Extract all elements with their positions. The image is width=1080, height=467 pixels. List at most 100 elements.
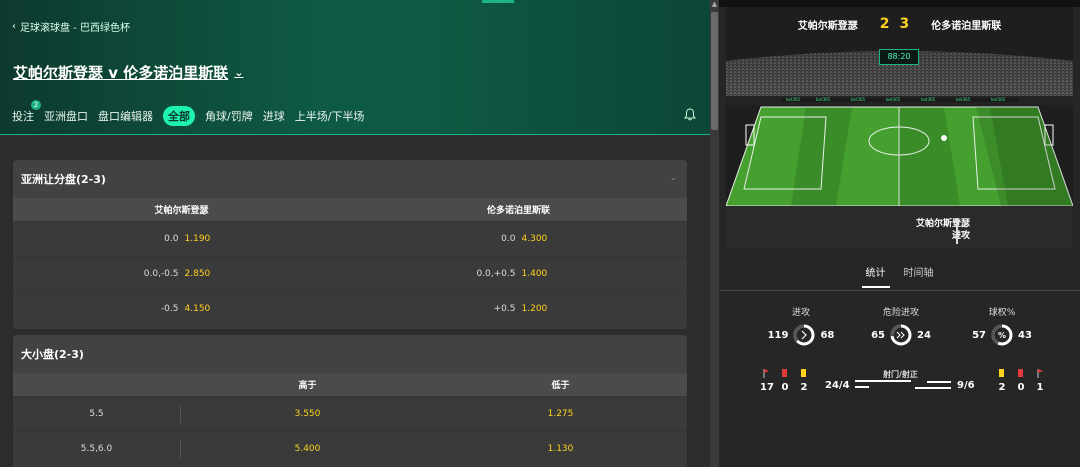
corner-flag-icon	[763, 369, 769, 378]
market-column-headers: 高于 低于	[13, 373, 687, 396]
away-odds-cell[interactable]: +0.5 1.200	[350, 304, 687, 314]
markets-list: 亚洲让分盘(2-3) ⌄ 艾帕尔斯登瑟 伦多诺泊里斯联 0.0 1.190 0.…	[0, 136, 710, 467]
event-team: 艾帕尔斯登瑟	[915, 219, 970, 229]
home-odds-cell[interactable]: 0.0 1.190	[13, 234, 350, 244]
svg-text:bet365: bet365	[886, 97, 901, 102]
odds-row: 5.5,6.0 5.400 1.130	[13, 431, 687, 466]
home-shots: 24/4	[825, 380, 850, 391]
match-title[interactable]: 艾帕尔斯登瑟 v 伦多诺泊里斯联 ⌄	[13, 62, 243, 83]
match-clock: 88:20	[879, 49, 919, 65]
market-tabs: 投注 2 亚洲盘口 盘口编辑器 全部 角球/罚牌 进球 上半场/下半场	[12, 100, 365, 126]
market-title[interactable]: 大小盘(2-3)	[13, 335, 687, 373]
gauge-label: 球权%	[988, 308, 1016, 318]
home-value: 119	[767, 329, 789, 341]
chevron-down-icon[interactable]: ⌄	[234, 66, 243, 79]
tab-corners-cards[interactable]: 角球/罚牌	[205, 108, 253, 124]
odds-value: 1.190	[184, 234, 211, 244]
gauge-label: 危险进攻	[882, 308, 919, 318]
home-odds-cell[interactable]: 0.0,-0.5 2.850	[13, 269, 350, 279]
away-odds-cell[interactable]: 0.0 4.300	[350, 234, 687, 244]
away-odds-cell[interactable]: 0.0,+0.5 1.400	[350, 269, 687, 279]
yellow-card-icon	[999, 369, 1004, 377]
tab-asian-lines[interactable]: 亚洲盘口	[44, 108, 88, 124]
score: 2 3	[880, 16, 910, 32]
svg-text:bet365: bet365	[956, 97, 971, 102]
tab-goals[interactable]: 进球	[263, 108, 285, 124]
asian-handicap-market: 亚洲让分盘(2-3) ⌄ 艾帕尔斯登瑟 伦多诺泊里斯联 0.0 1.190 0.…	[13, 160, 687, 329]
bell-icon[interactable]	[684, 108, 696, 121]
event-label: 艾帕尔斯登瑟 进攻	[916, 218, 970, 242]
top-indicator	[482, 0, 514, 3]
tab-halves[interactable]: 上半场/下半场	[295, 108, 365, 124]
tab-timeline[interactable]: 时间轴	[904, 258, 934, 290]
bets-count-badge: 2	[31, 100, 41, 110]
gauge-label: 进攻	[791, 308, 810, 318]
under-header: 低于	[551, 381, 570, 391]
tab-all[interactable]: 全部	[163, 106, 195, 126]
home-value: 65	[871, 329, 885, 341]
under-odds[interactable]: 1.130	[434, 444, 687, 454]
odds-value: 4.300	[521, 234, 548, 244]
collapse-icon[interactable]: ⌄	[669, 173, 677, 183]
scrollbar-thumb[interactable]	[711, 12, 718, 130]
shots-label: 射门/射正	[883, 370, 918, 379]
odds-value: 2.850	[184, 269, 211, 279]
handicap-line: -0.5	[160, 304, 179, 314]
svg-text:bet365: bet365	[851, 97, 866, 102]
red-card-icon	[782, 369, 787, 377]
under-odds[interactable]: 1.275	[434, 409, 687, 419]
match-header: ‹ 足球滚球盘 - 巴西绿色杯 艾帕尔斯登瑟 v 伦多诺泊里斯联 ⌄ 投注 2 …	[0, 0, 710, 135]
odds-row: 0.0,-0.5 2.850 0.0,+0.5 1.400	[13, 256, 687, 291]
pitch-visualization: bet365 bet365 bet365 bet365 bet365 bet365 bet…	[726, 41, 1073, 249]
odds-value: 4.150	[184, 304, 211, 314]
tab-stats[interactable]: 统计	[861, 258, 890, 290]
svg-text:bet365: bet365	[816, 97, 831, 102]
home-score: 2	[879, 16, 890, 32]
away-team-name: 伦多诺泊里斯联	[931, 20, 1002, 32]
home-team-name: 艾帕尔斯登瑟	[797, 20, 858, 32]
home-ontarget-bar	[855, 386, 869, 388]
over-odds[interactable]: 3.550	[181, 409, 434, 419]
breadcrumb-label[interactable]: 足球滚球盘 - 巴西绿色杯	[20, 19, 130, 34]
home-value: 57	[972, 329, 986, 341]
scrollbar[interactable]: ▲	[710, 0, 719, 467]
goal-line: 5.5,6.0	[13, 440, 181, 458]
away-score: 3	[899, 16, 910, 32]
event-type: 进攻	[951, 231, 970, 241]
away-corners: 1	[1036, 382, 1044, 393]
home-yellow-cards: 2	[800, 382, 808, 393]
red-card-icon	[1018, 369, 1023, 377]
away-ontarget-bar	[915, 387, 951, 389]
handicap-line: 0.0,+0.5	[476, 269, 516, 279]
away-red-cards: 0	[1017, 382, 1025, 393]
markets-panel: ‹ 足球滚球盘 - 巴西绿色杯 艾帕尔斯登瑟 v 伦多诺泊里斯联 ⌄ 投注 2 …	[0, 0, 710, 467]
event-divider	[956, 218, 958, 244]
tab-bets[interactable]: 投注 2	[12, 100, 41, 124]
handicap-line: 0.0	[501, 234, 516, 244]
handicap-line: 0.0	[164, 234, 179, 244]
scroll-up-icon[interactable]: ▲	[710, 0, 719, 9]
match-stats-bar: 17 0 2 射门/射正 24/4 9/6 2 0 1	[719, 366, 1080, 396]
home-odds-cell[interactable]: -0.5 4.150	[13, 304, 350, 314]
handicap-line: +0.5	[493, 304, 516, 314]
corner-flag-icon	[1037, 369, 1043, 378]
home-red-cards: 0	[781, 382, 789, 393]
home-team-header: 艾帕尔斯登瑟	[154, 206, 209, 216]
tracker-top-strip	[719, 0, 1080, 7]
app-root: ‹ 足球滚球盘 - 巴西绿色杯 艾帕尔斯登瑟 v 伦多诺泊里斯联 ⌄ 投注 2 …	[0, 0, 1080, 467]
possession-gauge: 球权% 57 % 43	[947, 305, 1057, 346]
market-title[interactable]: 亚洲让分盘(2-3)	[13, 160, 687, 198]
stat-tabs: 统计 时间轴	[719, 258, 1080, 290]
tab-bet-builder[interactable]: 盘口编辑器	[98, 108, 153, 124]
attacks-ring-icon	[793, 324, 815, 346]
svg-text:bet365: bet365	[786, 97, 801, 102]
match-title-text[interactable]: 艾帕尔斯登瑟 v 伦多诺泊里斯联	[13, 62, 228, 83]
away-value: 68	[820, 329, 835, 341]
odds-row: 5.5 3.550 1.275	[13, 396, 687, 431]
scoreboard: 艾帕尔斯登瑟 2 3 伦多诺泊里斯联	[726, 7, 1073, 41]
breadcrumb[interactable]: ‹ 足球滚球盘 - 巴西绿色杯	[12, 19, 130, 34]
yellow-card-icon	[801, 369, 806, 377]
match-tracker-panel: 艾帕尔斯登瑟 2 3 伦多诺泊里斯联 bet365 bet365 bet365 …	[719, 0, 1080, 467]
chevron-left-icon[interactable]: ‹	[12, 21, 16, 32]
over-odds[interactable]: 5.400	[181, 444, 434, 454]
